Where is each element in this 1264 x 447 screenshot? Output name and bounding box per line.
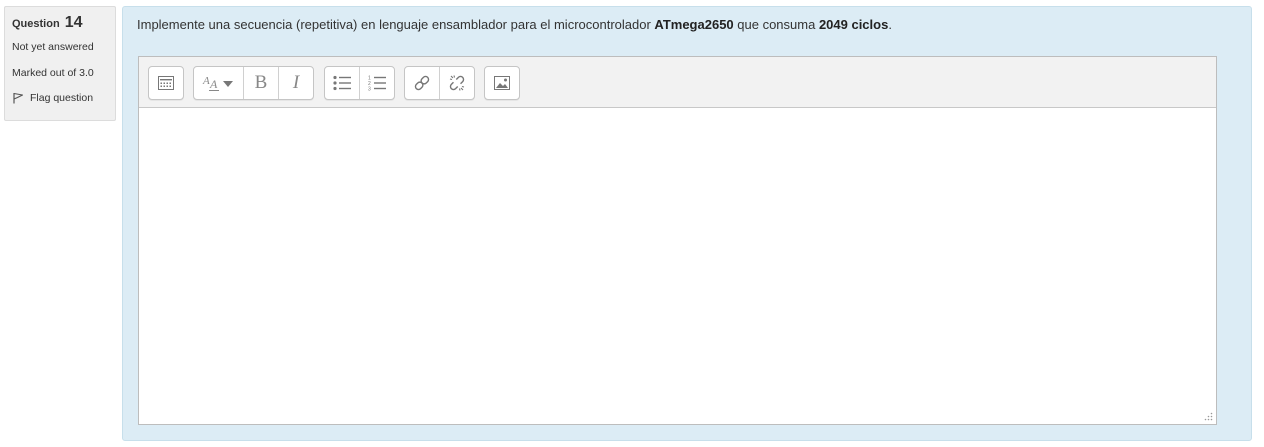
insert-image-button[interactable] bbox=[485, 67, 519, 99]
answer-textarea[interactable] bbox=[139, 108, 1216, 424]
question-content: Implemente una secuencia (repetitiva) en… bbox=[122, 6, 1252, 441]
flag-question-label: Flag question bbox=[30, 92, 94, 104]
answer-editor: A A B I 1 2 3 bbox=[138, 56, 1217, 425]
ordered-list-button[interactable]: 1 2 3 bbox=[360, 67, 394, 99]
link-button[interactable] bbox=[405, 67, 440, 99]
cycle-count: 2049 ciclos bbox=[818, 17, 889, 32]
toolbar-toggle-button[interactable] bbox=[149, 67, 183, 99]
toolbar-group-collapse bbox=[148, 66, 184, 100]
question-info-panel: Question 14 Not yet answered Marked out … bbox=[4, 6, 116, 121]
editor-toolbar: A A B I 1 2 3 bbox=[139, 57, 1216, 108]
flag-icon bbox=[13, 92, 24, 104]
question-number: Question 14 bbox=[12, 14, 108, 32]
bold-icon: B bbox=[254, 72, 268, 93]
unordered-list-icon bbox=[333, 75, 351, 91]
ordered-list-icon: 1 2 3 bbox=[368, 76, 386, 92]
question-grade: Marked out of 3.0 bbox=[12, 67, 94, 79]
unlink-icon bbox=[449, 75, 465, 91]
question-state: Not yet answered bbox=[12, 41, 94, 53]
font-style-button[interactable]: A A bbox=[194, 67, 244, 99]
image-icon bbox=[494, 76, 510, 90]
svg-text:3: 3 bbox=[368, 87, 371, 92]
question-number-value: 14 bbox=[64, 14, 83, 31]
question-label: Question bbox=[12, 18, 60, 30]
question-text: Implemente una secuencia (repetitiva) en… bbox=[137, 17, 892, 32]
toolbar-group-links bbox=[404, 66, 475, 100]
question-text-part: . bbox=[888, 17, 892, 32]
svg-text:A: A bbox=[202, 75, 210, 87]
toolbar-group-style: A A B I bbox=[193, 66, 314, 100]
unordered-list-button[interactable] bbox=[325, 67, 360, 99]
question-text-part: Implemente una secuencia (repetitiva) en… bbox=[137, 17, 655, 32]
question-text-part: que consuma bbox=[733, 17, 819, 32]
microcontroller-name: ATmega2650 bbox=[654, 17, 734, 32]
italic-icon: I bbox=[292, 72, 300, 93]
toolbar-group-media bbox=[484, 66, 520, 100]
svg-text:A: A bbox=[209, 77, 218, 91]
resize-handle-icon[interactable] bbox=[1204, 412, 1213, 421]
bold-button[interactable]: B bbox=[244, 67, 279, 99]
flag-question-link[interactable]: Flag question bbox=[12, 92, 108, 104]
link-icon bbox=[414, 75, 430, 91]
italic-button[interactable]: I bbox=[279, 67, 313, 99]
unlink-button[interactable] bbox=[440, 67, 474, 99]
toolbar-toggle-icon bbox=[158, 76, 174, 90]
toolbar-group-lists: 1 2 3 bbox=[324, 66, 395, 100]
font-style-icon: A A bbox=[202, 75, 233, 91]
